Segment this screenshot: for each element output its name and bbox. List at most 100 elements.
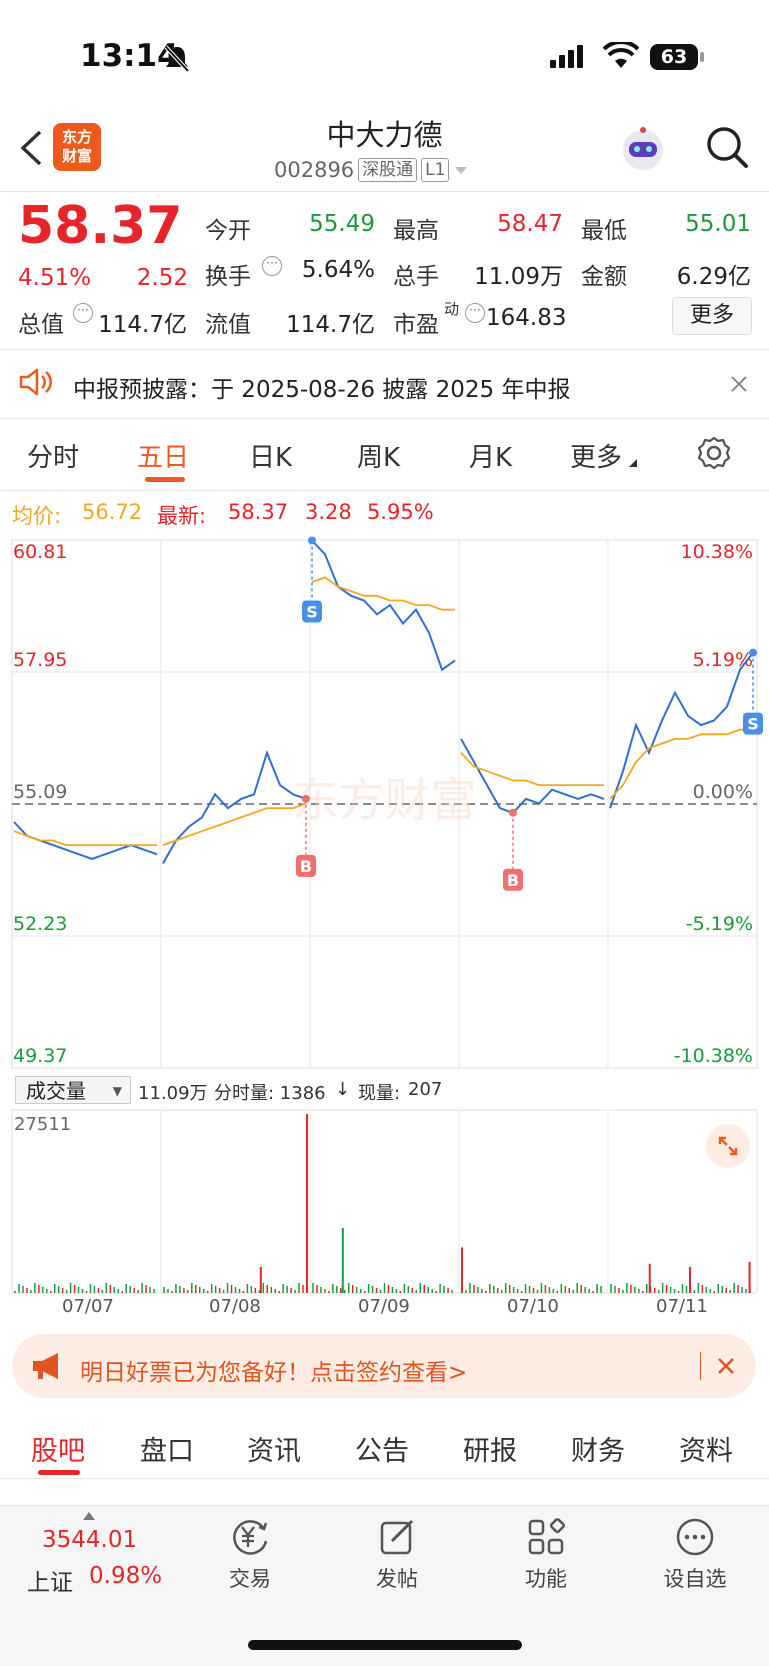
open-label: 今开 <box>205 218 251 244</box>
index-value[interactable]: 3544.01 <box>42 1527 137 1553</box>
info-icon[interactable]: ··· <box>73 303 93 323</box>
function-grid-icon[interactable] <box>526 1517 566 1557</box>
trade-marker-dot <box>749 648 757 657</box>
pe-label: 市盈 <box>393 312 439 338</box>
y-axis-right-label: 0.00% <box>693 781 753 803</box>
y-axis-right-label: 5.19% <box>693 649 753 671</box>
gear-icon[interactable] <box>696 435 732 471</box>
promo-text[interactable]: 明日好票已为您备好！点击签约查看> <box>80 1353 467 1387</box>
low-label: 最低 <box>581 218 627 244</box>
subtab-announcements[interactable]: 公告 <box>355 1429 409 1468</box>
wifi-icon <box>603 42 639 68</box>
trade-marker-label: B <box>300 857 312 876</box>
home-indicator <box>248 1640 522 1650</box>
volume-value: 11.09万 <box>474 264 563 290</box>
date-label: 07/11 <box>656 1296 708 1317</box>
indicator-select-label: 成交量 <box>26 1079 86 1103</box>
date-label: 07/07 <box>62 1296 114 1317</box>
chart-tab-more[interactable]: 更多 <box>570 437 622 474</box>
y-axis-right-label: -5.19% <box>686 913 753 935</box>
turnover-value: 5.64% <box>301 257 375 283</box>
y-axis-left-label: 52.23 <box>13 913 67 935</box>
stock-code-row[interactable]: 002896 深股通 L1 <box>274 158 469 182</box>
search-icon[interactable] <box>704 124 750 170</box>
indicator-select[interactable]: 成交量 ▼ <box>15 1076 131 1104</box>
info-icon[interactable]: ··· <box>262 256 282 276</box>
volume-chart[interactable]: 27511 <box>0 1108 769 1295</box>
caret-up-icon[interactable] <box>82 1511 96 1521</box>
date-label: 07/10 <box>507 1296 559 1317</box>
speaker-icon <box>19 368 52 396</box>
amount-label: 金额 <box>581 264 627 290</box>
float-mcap-value: 114.7亿 <box>286 312 375 338</box>
index-name[interactable]: 上证 <box>27 1563 73 1597</box>
chart-change-value: 3.28 <box>305 500 352 524</box>
bottom-function-label[interactable]: 功能 <box>501 1563 591 1593</box>
pe-value: 164.83 <box>486 305 567 331</box>
avg-price-line <box>13 830 157 847</box>
mcap-value: 114.7亿 <box>98 312 187 338</box>
chart-tab-wuri[interactable]: 五日 <box>137 437 189 474</box>
avg-price-value: 56.72 <box>82 500 143 524</box>
bottom-trade-label[interactable]: 交易 <box>205 1563 295 1593</box>
subtab-research[interactable]: 研报 <box>463 1429 517 1468</box>
trade-marker-label: S <box>306 602 318 621</box>
y-axis-right-label: -10.38% <box>674 1045 753 1067</box>
subtab-pankou[interactable]: 盘口 <box>140 1429 194 1468</box>
more-dots-icon[interactable] <box>674 1517 716 1557</box>
intraday-price-chart[interactable]: 东方财富 60.81 10.38% 57.95 5.19% 55.09 0.00% 52.23… <box>0 530 769 1075</box>
caret-icon <box>629 459 637 467</box>
expand-button[interactable] <box>706 1124 750 1168</box>
date-label: 07/08 <box>209 1296 261 1317</box>
more-button[interactable]: 更多 <box>672 297 752 335</box>
trade-marker-label: B <box>507 871 519 890</box>
subtab-profile[interactable]: 资料 <box>679 1429 733 1468</box>
stock-code: 002896 <box>274 158 355 182</box>
volume-frame <box>11 1109 758 1294</box>
robot-assistant-icon[interactable] <box>618 124 668 174</box>
index-change[interactable]: 0.98% <box>89 1563 162 1589</box>
divider <box>0 490 769 491</box>
info-icon[interactable]: ··· <box>465 303 485 323</box>
avg-price-line <box>311 576 455 611</box>
bottom-add-watchlist-label[interactable]: 设自选 <box>650 1563 740 1593</box>
chart-tab-day-k[interactable]: 日K <box>249 437 292 474</box>
open-value: 55.49 <box>309 211 375 237</box>
date-label: 07/09 <box>358 1296 410 1317</box>
price-line <box>311 539 456 672</box>
chart-tab-fenshi[interactable]: 分时 <box>27 437 79 474</box>
trade-marker-dot <box>302 794 310 803</box>
current-volume-value: 207 <box>408 1079 443 1100</box>
chart-tab-month-k[interactable]: 月K <box>469 437 512 474</box>
last-price: 58.37 <box>18 196 183 256</box>
subtab-news[interactable]: 资讯 <box>247 1429 301 1468</box>
volume-total: 11.09万 <box>138 1083 208 1104</box>
change-pct: 4.51% <box>18 265 92 291</box>
tag-connect: 深股通 <box>358 158 418 182</box>
notice-text[interactable]: 中报预披露：于 2025-08-26 披露 2025 年中报 <box>73 370 570 404</box>
low-value: 55.01 <box>685 211 751 237</box>
chart-tab-week-k[interactable]: 周K <box>357 437 400 474</box>
megaphone-icon <box>33 1353 58 1379</box>
last-price-label: 最新: <box>157 504 207 528</box>
tab-underline <box>145 477 185 482</box>
compose-post-icon[interactable] <box>378 1517 418 1557</box>
divider <box>0 349 769 350</box>
volume-label: 总手 <box>393 264 439 290</box>
trade-marker-label: S <box>747 715 759 734</box>
bottom-post-label[interactable]: 发帖 <box>352 1563 442 1593</box>
close-icon[interactable] <box>716 1356 736 1376</box>
subtab-guba[interactable]: 股吧 <box>31 1429 85 1468</box>
avg-price-label: 均价: <box>12 504 62 528</box>
trade-marker-dot <box>509 808 517 817</box>
close-icon[interactable] <box>729 374 749 394</box>
trade-yen-icon[interactable] <box>228 1517 272 1557</box>
last-price-chart-value: 58.37 <box>228 500 289 524</box>
battery-tip <box>700 52 704 62</box>
y-axis-left-label: 49.37 <box>13 1045 67 1067</box>
watermark: 东方财富 <box>293 773 477 827</box>
bell-muted-icon <box>164 45 190 73</box>
chart-change-pct: 5.95% <box>367 500 434 524</box>
dropdown-caret-icon: ▼ <box>112 1084 122 1098</box>
subtab-finance[interactable]: 财务 <box>571 1429 625 1468</box>
